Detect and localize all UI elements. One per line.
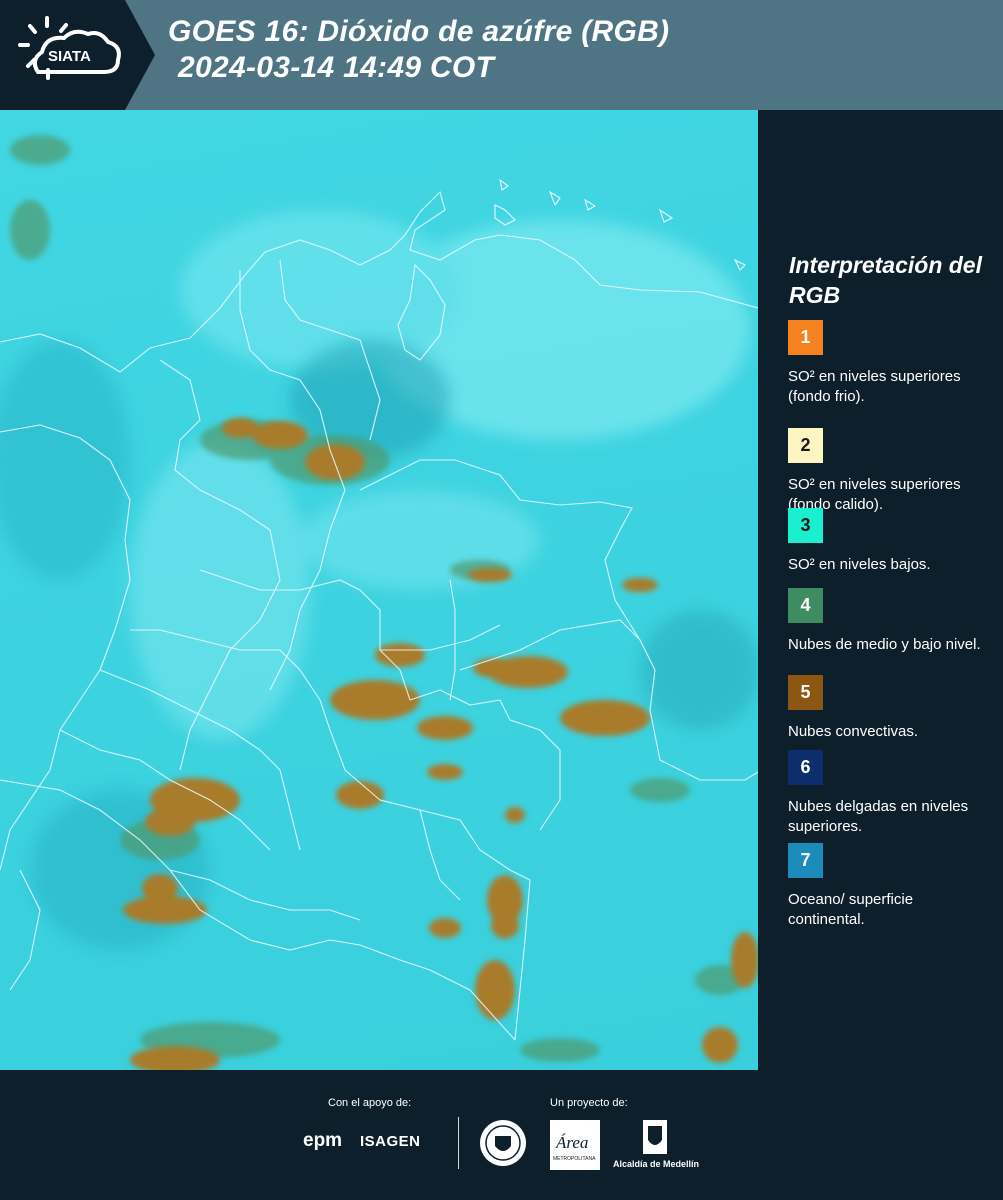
area-metropolitana-logo: Área METROPOLITANA xyxy=(550,1120,600,1170)
support-label: Con el apoyo de: xyxy=(328,1097,412,1109)
legend-swatch: 1 xyxy=(788,320,823,355)
legend-swatch: 7 xyxy=(788,843,823,878)
legend-item-3: 3 SO² en niveles bajos. xyxy=(788,508,988,575)
legend-item-2: 2 SO² en niveles superiores (fondo calido… xyxy=(788,428,988,515)
legend-label: Nubes de medio y bajo nivel. xyxy=(788,636,981,653)
svg-text:METROPOLITANA: METROPOLITANA xyxy=(553,1156,596,1162)
legend-item-4: 4 Nubes de medio y bajo nivel. xyxy=(788,588,988,655)
siata-logo: SIATA xyxy=(0,0,155,110)
footer: Con el apoyo de: Un proyecto de: epm ISA… xyxy=(0,1070,1003,1200)
title-line1: GOES 16: Dióxido de azúfre (RGB) xyxy=(168,15,670,48)
legend-label: SO² en niveles bajos. xyxy=(788,556,931,573)
legend-title: Interpretación del RGB xyxy=(789,252,982,308)
legend-label: Oceano/ superficie continental. xyxy=(788,891,914,928)
legend-item-7: 7 Oceano/ superficie continental. xyxy=(788,843,988,930)
legend-item-5: 5 Nubes convectivas. xyxy=(788,675,988,742)
isagen-logo: ISAGEN xyxy=(360,1133,421,1150)
footer-divider xyxy=(458,1117,459,1169)
project-label: Un proyecto de: xyxy=(550,1097,628,1109)
legend-swatch: 6 xyxy=(788,750,823,785)
title-line2: 2024-03-14 14:49 COT xyxy=(178,51,495,84)
header-bar: SIATA GOES 16: Dióxido de azúfre (RGB) 2… xyxy=(0,0,1003,110)
legend-item-6: 6 Nubes delgadas en niveles superiores. xyxy=(788,750,988,837)
medellin-seal-icon xyxy=(480,1120,526,1166)
alcaldia-label: Alcaldía de Medellín xyxy=(613,1159,700,1169)
legend-label: Nubes convectivas. xyxy=(788,723,919,740)
satellite-map xyxy=(0,110,758,1070)
legend-swatch: 4 xyxy=(788,588,823,623)
page-title: GOES 16: Dióxido de azúfre (RGB) 2024-03… xyxy=(168,14,669,86)
legend-swatch: 2 xyxy=(788,428,823,463)
svg-text:Área: Área xyxy=(555,1133,588,1152)
legend-label: SO² en niveles superiores (fondo frio). xyxy=(788,368,961,405)
epm-logo: epm xyxy=(303,1130,343,1151)
legend-panel: Interpretación del RGB 1 SO² en niveles s… xyxy=(758,110,1003,1070)
shadow-zones xyxy=(0,340,758,950)
legend-swatch: 5 xyxy=(788,675,823,710)
legend-label: Nubes delgadas en niveles superiores. xyxy=(788,798,969,835)
legend-item-1: 1 SO² en niveles superiores (fondo frio). xyxy=(788,320,988,407)
alcaldia-shield-icon xyxy=(643,1120,667,1154)
legend-swatch: 3 xyxy=(788,508,823,543)
logo-text: SIATA xyxy=(48,48,91,65)
